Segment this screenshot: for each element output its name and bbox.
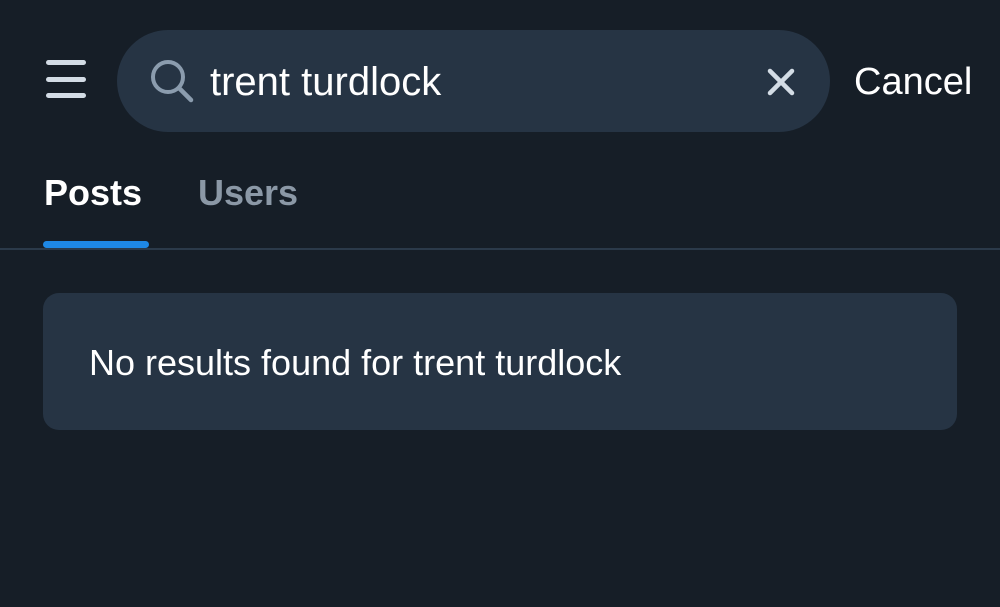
hamburger-menu-icon-line bbox=[46, 93, 86, 98]
tabs-divider bbox=[0, 248, 1000, 250]
search-bar[interactable] bbox=[117, 30, 830, 132]
hamburger-menu-icon bbox=[46, 60, 86, 65]
empty-results-message: No results found for trent turdlock bbox=[89, 342, 622, 383]
active-tab-indicator bbox=[43, 241, 149, 248]
results-tabs: Posts Users bbox=[0, 150, 1000, 250]
empty-results-card: No results found for trent turdlock bbox=[43, 293, 957, 430]
search-icon bbox=[151, 60, 194, 103]
menu-button[interactable] bbox=[46, 60, 88, 98]
tab-users[interactable]: Users bbox=[198, 170, 298, 216]
hamburger-menu-icon-line bbox=[46, 76, 86, 82]
search-input[interactable] bbox=[210, 56, 730, 108]
close-icon[interactable] bbox=[762, 63, 800, 101]
search-screen: Cancel Posts Users No results found for … bbox=[0, 0, 1000, 607]
tab-posts[interactable]: Posts bbox=[44, 170, 142, 216]
cancel-button[interactable]: Cancel bbox=[854, 58, 972, 106]
